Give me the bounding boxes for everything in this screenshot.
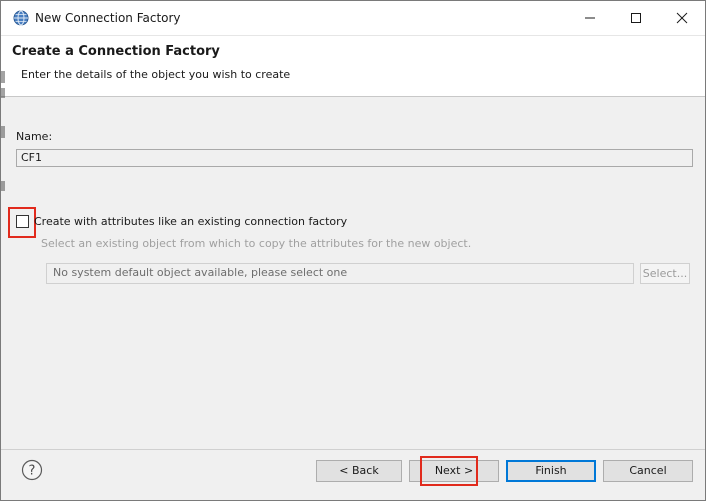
window-title: New Connection Factory	[35, 11, 181, 25]
name-field[interactable]: CF1	[16, 149, 693, 167]
minimize-icon	[585, 17, 595, 19]
close-icon	[676, 12, 688, 24]
select-button: Select...	[640, 263, 690, 284]
back-button[interactable]: < Back	[316, 460, 402, 482]
finish-button[interactable]: Finish	[506, 460, 596, 482]
close-button[interactable]	[659, 1, 705, 35]
cancel-button[interactable]: Cancel	[603, 460, 693, 482]
wizard-header: Create a Connection Factory Enter the de…	[1, 36, 705, 97]
globe-icon	[13, 10, 29, 26]
existing-object-field: No system default object available, plea…	[46, 263, 634, 284]
next-highlight	[420, 456, 478, 486]
minimize-button[interactable]	[567, 1, 613, 35]
page-title: Create a Connection Factory	[12, 44, 220, 59]
dialog-window: New Connection Factory Create a Connecti…	[0, 0, 706, 501]
background-edge	[1, 88, 5, 98]
background-edge	[1, 71, 5, 83]
copy-attributes-checkbox[interactable]	[16, 215, 29, 228]
name-label: Name:	[16, 130, 53, 143]
maximize-icon	[631, 13, 641, 23]
help-icon[interactable]: ?	[21, 459, 43, 481]
copy-description: Select an existing object from which to …	[41, 237, 472, 250]
background-edge	[1, 126, 5, 138]
page-description: Enter the details of the object you wish…	[21, 68, 291, 81]
copy-attributes-label[interactable]: Create with attributes like an existing …	[34, 215, 347, 228]
footer-divider	[1, 449, 705, 450]
svg-text:?: ?	[29, 464, 36, 479]
title-bar: New Connection Factory	[1, 1, 705, 36]
maximize-button[interactable]	[613, 1, 659, 35]
background-edge	[1, 181, 5, 191]
